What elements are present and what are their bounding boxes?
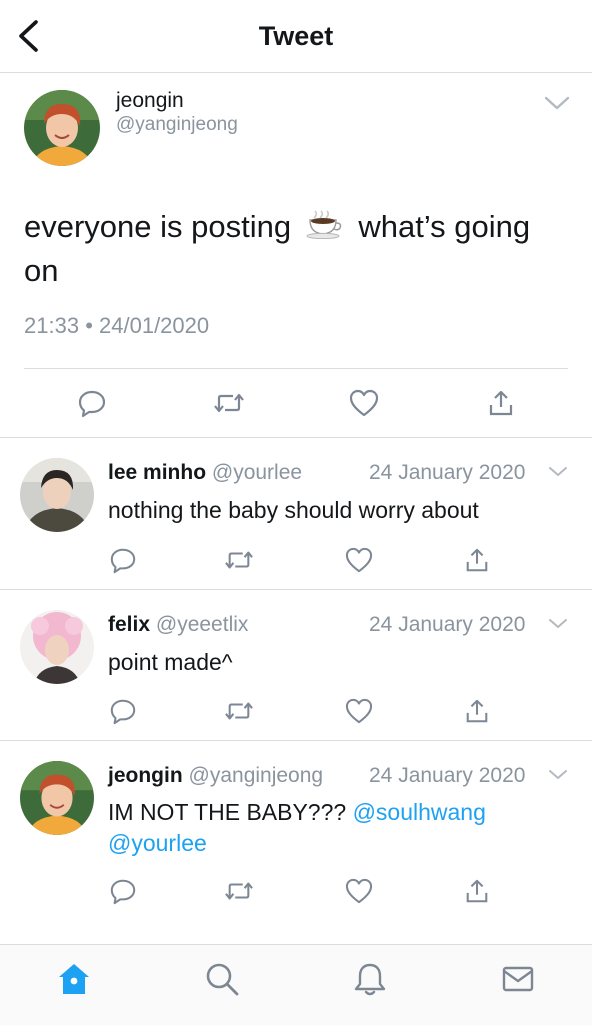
mention-link[interactable]: @yourlee: [108, 830, 207, 856]
coffee-icon: [306, 208, 344, 250]
heart-icon: [349, 389, 379, 417]
tab-messages[interactable]: [496, 957, 540, 1001]
search-icon: [206, 963, 239, 996]
retweet-icon: [225, 702, 253, 720]
mention-link[interactable]: @soulhwang: [353, 799, 486, 825]
home-icon: [59, 964, 89, 994]
page-title: Tweet: [258, 21, 334, 51]
avatar[interactable]: [20, 761, 94, 835]
retweet-icon: [225, 551, 253, 569]
reply-author[interactable]: jeongin @yanginjeong: [108, 764, 323, 788]
like-button[interactable]: [339, 871, 379, 911]
retweet-icon: [225, 882, 253, 900]
reply-author[interactable]: felix @yeeetlix: [108, 613, 248, 637]
share-button[interactable]: [457, 540, 497, 580]
bottom-tab-bar: [0, 944, 592, 1025]
tweet-timestamp: 21:33 • 24/01/2020: [24, 313, 209, 339]
reply-text: point made^: [108, 649, 233, 675]
heart-icon: [345, 547, 373, 573]
reply-text: IM NOT THE BABY??? @soulhwang @yourlee: [108, 797, 528, 859]
author-handle[interactable]: @yanginjeong: [189, 764, 324, 787]
like-button[interactable]: [344, 383, 384, 423]
share-button[interactable]: [481, 383, 521, 423]
reply-text-part: IM NOT THE BABY???: [108, 799, 353, 825]
reply-button[interactable]: [103, 691, 143, 731]
retweet-icon: [214, 393, 244, 413]
share-button[interactable]: [457, 871, 497, 911]
retweet-button[interactable]: [219, 691, 259, 731]
author-name[interactable]: lee minho: [108, 461, 206, 484]
author-handle[interactable]: @yourlee: [212, 461, 302, 484]
tweet-date: 24/01/2020: [99, 313, 210, 338]
like-button[interactable]: [339, 691, 379, 731]
chevron-down-icon[interactable]: [548, 617, 568, 631]
chevron-down-icon[interactable]: [548, 768, 568, 782]
like-button[interactable]: [339, 540, 379, 580]
reply-button[interactable]: [72, 383, 112, 423]
retweet-button[interactable]: [219, 871, 259, 911]
reply-button[interactable]: [103, 540, 143, 580]
reply-icon: [110, 548, 136, 574]
reply-icon: [110, 879, 136, 905]
share-icon: [466, 699, 488, 723]
author-handle[interactable]: @yeeetlix: [156, 613, 249, 636]
divider: [24, 368, 568, 369]
tab-home[interactable]: [52, 957, 96, 1001]
share-icon: [466, 879, 488, 903]
reply-icon: [110, 699, 136, 725]
author-name[interactable]: jeongin: [116, 89, 184, 113]
reply-button[interactable]: [103, 871, 143, 911]
reply-date: 24 January 2020: [369, 461, 526, 484]
reply-date: 24 January 2020: [369, 764, 526, 787]
bell-icon: [354, 963, 386, 996]
tweet-text-part: everyone is posting: [24, 209, 292, 244]
tab-search[interactable]: [200, 957, 244, 1001]
reply-tweet[interactable]: lee minho @yourlee 24 January 2020 nothi…: [0, 438, 592, 590]
avatar[interactable]: [20, 458, 94, 532]
tweet-text: everyone is posting what’s going on: [24, 206, 564, 292]
reply-tweet[interactable]: felix @yeeetlix 24 January 2020 point ma…: [0, 590, 592, 741]
author-name[interactable]: felix: [108, 613, 150, 636]
reply-text: nothing the baby should worry about: [108, 497, 479, 523]
meta-separator: •: [85, 313, 93, 338]
author-name[interactable]: jeongin: [108, 764, 183, 787]
reply-date: 24 January 2020: [369, 613, 526, 636]
reply-icon: [78, 390, 106, 418]
chevron-down-icon[interactable]: [548, 465, 568, 479]
retweet-button[interactable]: [219, 540, 259, 580]
tab-notifications[interactable]: [348, 957, 392, 1001]
avatar[interactable]: [24, 90, 100, 166]
avatar[interactable]: [20, 610, 94, 684]
share-icon: [466, 548, 488, 572]
reply-author[interactable]: lee minho @yourlee: [108, 461, 302, 485]
author-handle[interactable]: @yanginjeong: [116, 114, 238, 136]
main-tweet: jeongin @yanginjeong everyone is posting…: [0, 73, 592, 438]
chevron-down-icon[interactable]: [543, 94, 571, 112]
share-button[interactable]: [457, 691, 497, 731]
heart-icon: [345, 878, 373, 904]
reply-tweet[interactable]: jeongin @yanginjeong 24 January 2020 IM …: [0, 741, 592, 943]
mail-icon: [502, 966, 534, 992]
header-bar: Tweet: [0, 0, 592, 73]
retweet-button[interactable]: [209, 383, 249, 423]
share-icon: [489, 390, 513, 416]
heart-icon: [345, 698, 373, 724]
tweet-time: 21:33: [24, 313, 80, 338]
